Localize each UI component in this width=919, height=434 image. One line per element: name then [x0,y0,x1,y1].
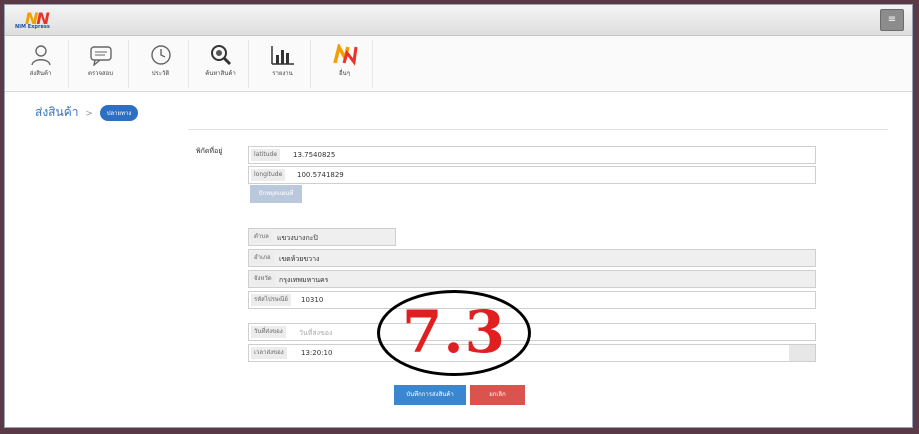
subdistrict-caption: ตำบล [251,231,272,243]
menu-button[interactable]: ≡ [880,9,904,31]
toolbar-item-label: ประวัติ [151,70,170,77]
app-logo[interactable]: NN NIM Express [15,9,71,31]
logo-subtitle: NIM Express [15,24,50,30]
menu-icon: ≡ [887,14,897,25]
delivery-time-value: 13:20:10 [301,349,333,357]
delivery-time-field[interactable]: เวลาส่งของ 13:20:10 [248,344,816,362]
time-picker-addon[interactable] [789,345,815,361]
toolbar-item-label: ตรวจสอบ [87,70,114,77]
delivery-date-caption: วันที่ส่งของ [251,326,286,338]
province-caption: จังหวัด [251,273,275,285]
breadcrumb-separator: > [85,109,93,119]
delivery-date-field[interactable]: วันที่ส่งของ วันที่ส่งของ [248,323,816,341]
nim-logo-icon [332,44,357,66]
province-field: จังหวัด กรุงเทพมหานคร [248,270,816,288]
delivery-time-caption: เวลาส่งของ [251,347,287,359]
top-bar: NN NIM Express ≡ [5,5,912,36]
user-icon [30,45,51,66]
latitude-caption: latitude [251,149,281,161]
app-window: NN NIM Express ≡ ส่งสินค้า ตรวจสอบ ประวั… [4,4,913,428]
delivery-date-placeholder: วันที่ส่งของ [299,329,333,337]
cancel-button[interactable]: ยกเลิก [470,385,525,405]
district-value: เขตห้วยขวาง [279,255,320,263]
toolbar-item-search[interactable]: ค้นหาสินค้า [193,40,249,88]
destination-form: พิกัดที่อยู่ latitude 13.7540825 longitu… [188,129,888,415]
toolbar-item-label: รายงาน [272,70,293,77]
province-value: กรุงเทพมหานคร [279,276,329,284]
toolbar-item-label: ค้นหาสินค้า [205,70,236,77]
pin-map-button[interactable]: ปักหมุดแผนที่ [250,185,302,203]
toolbar-item-more[interactable]: อื่นๆ [317,40,373,88]
postcode-field[interactable]: รหัสไปรษณีย์ 10310 [248,291,816,309]
search-icon [210,45,231,66]
main-toolbar: ส่งสินค้า ตรวจสอบ ประวัติ ค้นหาสินค้า รา… [5,36,912,92]
latitude-field[interactable]: latitude 13.7540825 [248,146,816,164]
step-number: 7.3 [402,298,506,366]
latitude-value: 13.7540825 [293,151,336,159]
save-shipment-button[interactable]: บันทึกการส่งสินค้า [394,385,466,405]
toolbar-item-history[interactable]: ประวัติ [133,40,189,88]
breadcrumb: ส่งสินค้า > ปลายทาง [35,103,139,122]
step-annotation: 7.3 [377,290,531,376]
bar-chart-icon [270,46,294,65]
clock-icon [150,45,171,65]
toolbar-item-report[interactable]: รายงาน [255,40,311,88]
breadcrumb-badge[interactable]: ปลายทาง [99,104,139,121]
longitude-caption: longitude [251,169,286,181]
postcode-caption: รหัสไปรษณีย์ [251,294,291,306]
longitude-field[interactable]: longitude 100.5741829 [248,166,816,184]
toolbar-item-check[interactable]: ตรวจสอบ [73,40,129,88]
location-label: พิกัดที่อยู่ [196,147,223,155]
toolbar-item-label: ส่งสินค้า [29,70,52,77]
postcode-value: 10310 [301,296,324,304]
page-title[interactable]: ส่งสินค้า [35,105,78,119]
district-caption: อำเภอ [251,252,274,264]
chat-icon [89,46,112,66]
subdistrict-value: แขวงบางกะปิ [277,234,318,242]
district-field: อำเภอ เขตห้วยขวาง [248,249,816,267]
toolbar-item-send[interactable]: ส่งสินค้า [13,40,69,88]
subdistrict-field: ตำบล แขวงบางกะปิ [248,228,396,246]
longitude-value: 100.5741829 [297,171,344,179]
toolbar-item-label: อื่นๆ [339,70,350,77]
